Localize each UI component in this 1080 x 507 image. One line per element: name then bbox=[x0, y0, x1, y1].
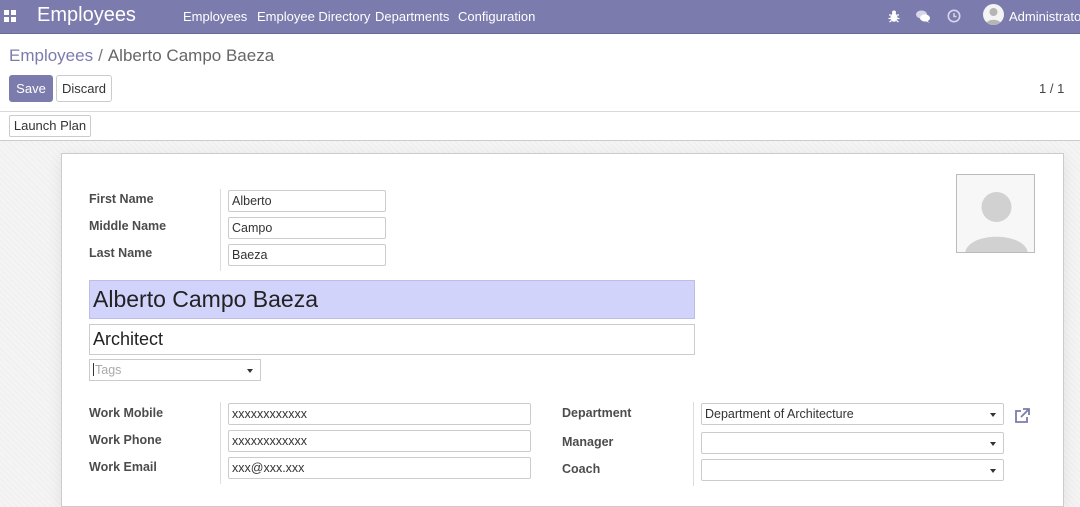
first-name-input[interactable]: Alberto bbox=[228, 190, 386, 212]
employee-photo[interactable] bbox=[956, 174, 1035, 253]
app-title: Employees bbox=[37, 4, 136, 26]
work-phone-label: Work Phone bbox=[89, 433, 162, 447]
avatar-placeholder-icon bbox=[965, 192, 1028, 252]
tags-placeholder: Tags bbox=[95, 363, 122, 377]
bug-icon[interactable] bbox=[886, 8, 902, 24]
user-name[interactable]: Administrator bbox=[1009, 9, 1080, 24]
chevron-down-icon[interactable] bbox=[990, 413, 996, 417]
apps-grid-icon[interactable] bbox=[4, 10, 16, 22]
external-link-icon[interactable] bbox=[1013, 407, 1031, 425]
text-cursor bbox=[93, 363, 94, 376]
menu-configuration[interactable]: Configuration bbox=[458, 9, 535, 24]
org-group-separator bbox=[693, 402, 694, 486]
save-button[interactable]: Save bbox=[9, 75, 53, 102]
last-name-input[interactable]: Baeza bbox=[228, 244, 386, 266]
chevron-down-icon[interactable] bbox=[247, 369, 253, 373]
pager-counter: 1 / 1 bbox=[1039, 81, 1065, 96]
work-email-input[interactable]: xxx@xxx.xxx bbox=[228, 457, 531, 479]
breadcrumb: Employees / Alberto Campo Baeza bbox=[9, 46, 274, 66]
form-statusbar: Launch Plan bbox=[0, 112, 1080, 141]
employee-name-input[interactable]: Alberto Campo Baeza bbox=[89, 280, 695, 319]
coach-label: Coach bbox=[562, 462, 601, 476]
user-avatar[interactable] bbox=[983, 4, 1004, 25]
first-name-label: First Name bbox=[89, 192, 154, 206]
menu-employees[interactable]: Employees bbox=[183, 9, 247, 24]
middle-name-label: Middle Name bbox=[89, 219, 167, 233]
chat-icon[interactable] bbox=[915, 8, 931, 24]
top-navbar: Employees Employees Employee Directory D… bbox=[0, 0, 1080, 34]
work-phone-input[interactable]: xxxxxxxxxxxx bbox=[228, 430, 531, 452]
chevron-down-icon[interactable] bbox=[990, 442, 996, 446]
breadcrumb-separator: / bbox=[98, 46, 103, 65]
department-value: Department of Architecture bbox=[705, 407, 854, 421]
coach-select[interactable] bbox=[701, 459, 1004, 481]
work-mobile-input[interactable]: xxxxxxxxxxxx bbox=[228, 403, 531, 425]
breadcrumb-parent[interactable]: Employees bbox=[9, 46, 93, 65]
manager-label: Manager bbox=[562, 435, 614, 449]
tags-input[interactable]: Tags bbox=[89, 359, 261, 381]
avatar-silhouette-icon bbox=[985, 8, 1002, 25]
job-title-input[interactable]: Architect bbox=[89, 324, 695, 355]
work-email-label: Work Email bbox=[89, 460, 157, 474]
menu-employee-directory[interactable]: Employee Directory bbox=[257, 9, 370, 24]
name-group-separator bbox=[220, 189, 221, 271]
launch-plan-button[interactable]: Launch Plan bbox=[9, 115, 91, 137]
department-label: Department bbox=[562, 406, 632, 420]
last-name-label: Last Name bbox=[89, 246, 153, 260]
contact-group-separator bbox=[220, 402, 221, 484]
menu-departments[interactable]: Departments bbox=[375, 9, 449, 24]
clock-icon[interactable] bbox=[946, 8, 962, 24]
discard-button[interactable]: Discard bbox=[56, 75, 112, 102]
work-mobile-label: Work Mobile bbox=[89, 406, 164, 420]
breadcrumb-current: Alberto Campo Baeza bbox=[107, 46, 275, 65]
manager-select[interactable] bbox=[701, 432, 1004, 454]
middle-name-input[interactable]: Campo bbox=[228, 217, 386, 239]
department-select[interactable]: Department of Architecture bbox=[701, 403, 1004, 425]
chevron-down-icon[interactable] bbox=[990, 469, 996, 473]
